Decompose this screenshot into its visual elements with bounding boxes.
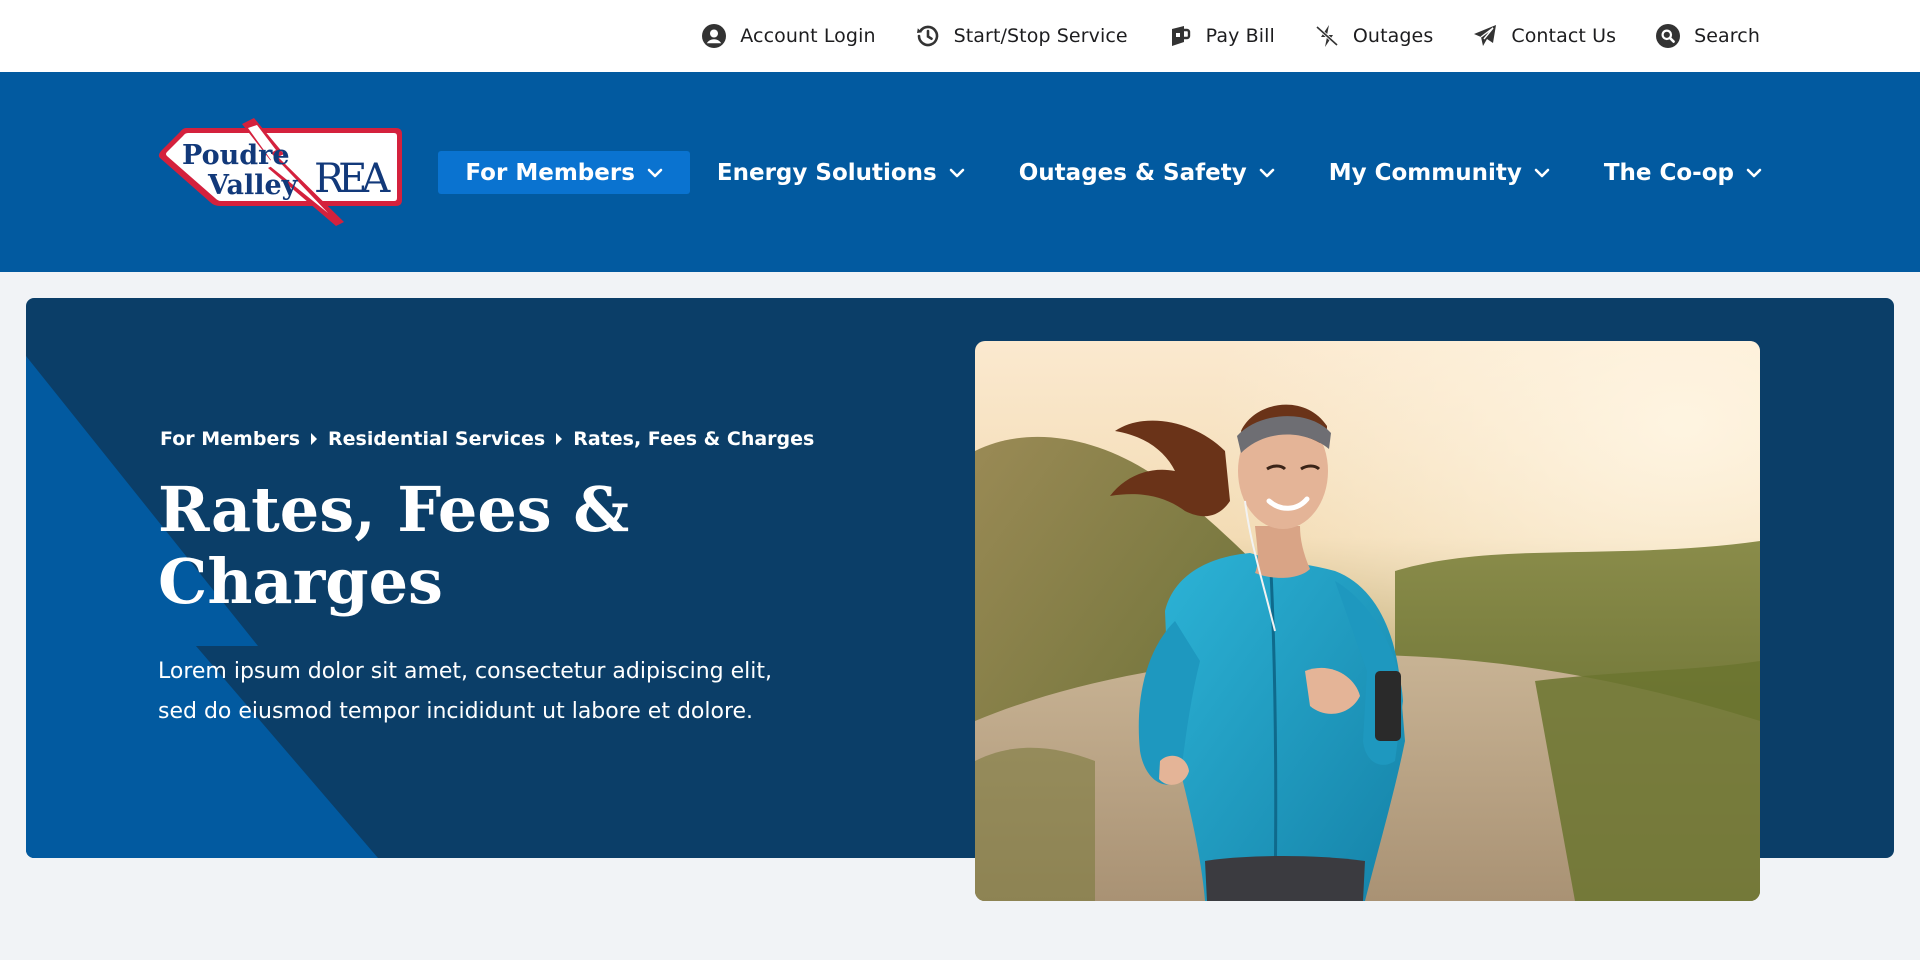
chevron-down-icon [647,167,663,179]
start-stop-service-label: Start/Stop Service [953,25,1128,47]
pay-bill-link[interactable]: Pay Bill [1168,24,1275,48]
nav-for-members[interactable]: For Members [438,151,690,194]
nav-my-community[interactable]: My Community [1302,151,1577,194]
hero-description-line1: Lorem ipsum dolor sit amet, consectetur … [158,659,772,684]
bill-icon [1168,24,1192,48]
outages-label: Outages [1352,25,1434,47]
caret-right-icon [310,433,318,445]
nav-my-community-label: My Community [1328,159,1522,186]
nav-outages-safety-label: Outages & Safety [1018,159,1247,186]
logo-text-valley: Valley [207,170,299,201]
hero-description: Lorem ipsum dolor sit amet, consectetur … [158,652,798,732]
nav-for-members-label: For Members [465,159,635,186]
nav-outages-safety[interactable]: Outages & Safety [992,151,1302,194]
nav-energy-solutions-label: Energy Solutions [716,159,937,186]
utility-nav: Account Login Start/Stop Service Pay Bil… [702,0,1760,72]
account-login-label: Account Login [740,25,876,47]
hero-image-woman-jogging [975,341,1760,901]
start-stop-service-link[interactable]: Start/Stop Service [916,24,1128,48]
contact-us-link[interactable]: Contact Us [1473,24,1616,48]
page-title-line2: Charges [158,545,443,618]
paper-plane-icon [1473,24,1497,48]
primary-nav: For Members Energy Solutions Outages & S… [438,151,1762,194]
bolt-slash-icon [1315,24,1339,48]
main-header: Poudre Valley REA For Members Energy Sol… [0,72,1920,272]
breadcrumb-for-members[interactable]: For Members [160,428,300,450]
outages-link[interactable]: Outages [1315,24,1433,48]
history-icon [916,24,940,48]
breadcrumb: For Members Residential Services Rates, … [160,428,814,450]
chevron-down-icon [949,167,965,179]
breadcrumb-current: Rates, Fees & Charges [573,428,815,450]
nav-the-co-op[interactable]: The Co-op [1577,151,1762,194]
account-login-link[interactable]: Account Login [702,24,875,48]
page-title: Rates, Fees & Charges [158,474,798,618]
hero-description-line2: sed do eiusmod tempor incididunt ut labo… [158,699,754,724]
chevron-down-icon [1259,167,1275,179]
breadcrumb-residential-services[interactable]: Residential Services [328,428,545,450]
chevron-down-icon [1746,167,1762,179]
search-label: Search [1694,25,1760,47]
logo-text-poudre: Poudre [182,140,290,171]
user-circle-icon [702,24,727,48]
chevron-down-icon [1534,167,1550,179]
nav-the-co-op-label: The Co-op [1603,159,1734,186]
caret-right-icon [555,433,563,445]
contact-us-label: Contact Us [1511,25,1617,47]
page-title-line1: Rates, Fees & [158,473,630,546]
utility-bar: Account Login Start/Stop Service Pay Bil… [0,0,1920,72]
nav-energy-solutions[interactable]: Energy Solutions [690,151,992,194]
search-icon [1656,24,1681,48]
logo-text-rea: REA [314,156,391,202]
search-link[interactable]: Search [1656,24,1760,48]
pay-bill-label: Pay Bill [1205,25,1275,47]
site-logo[interactable]: Poudre Valley REA [158,118,402,226]
